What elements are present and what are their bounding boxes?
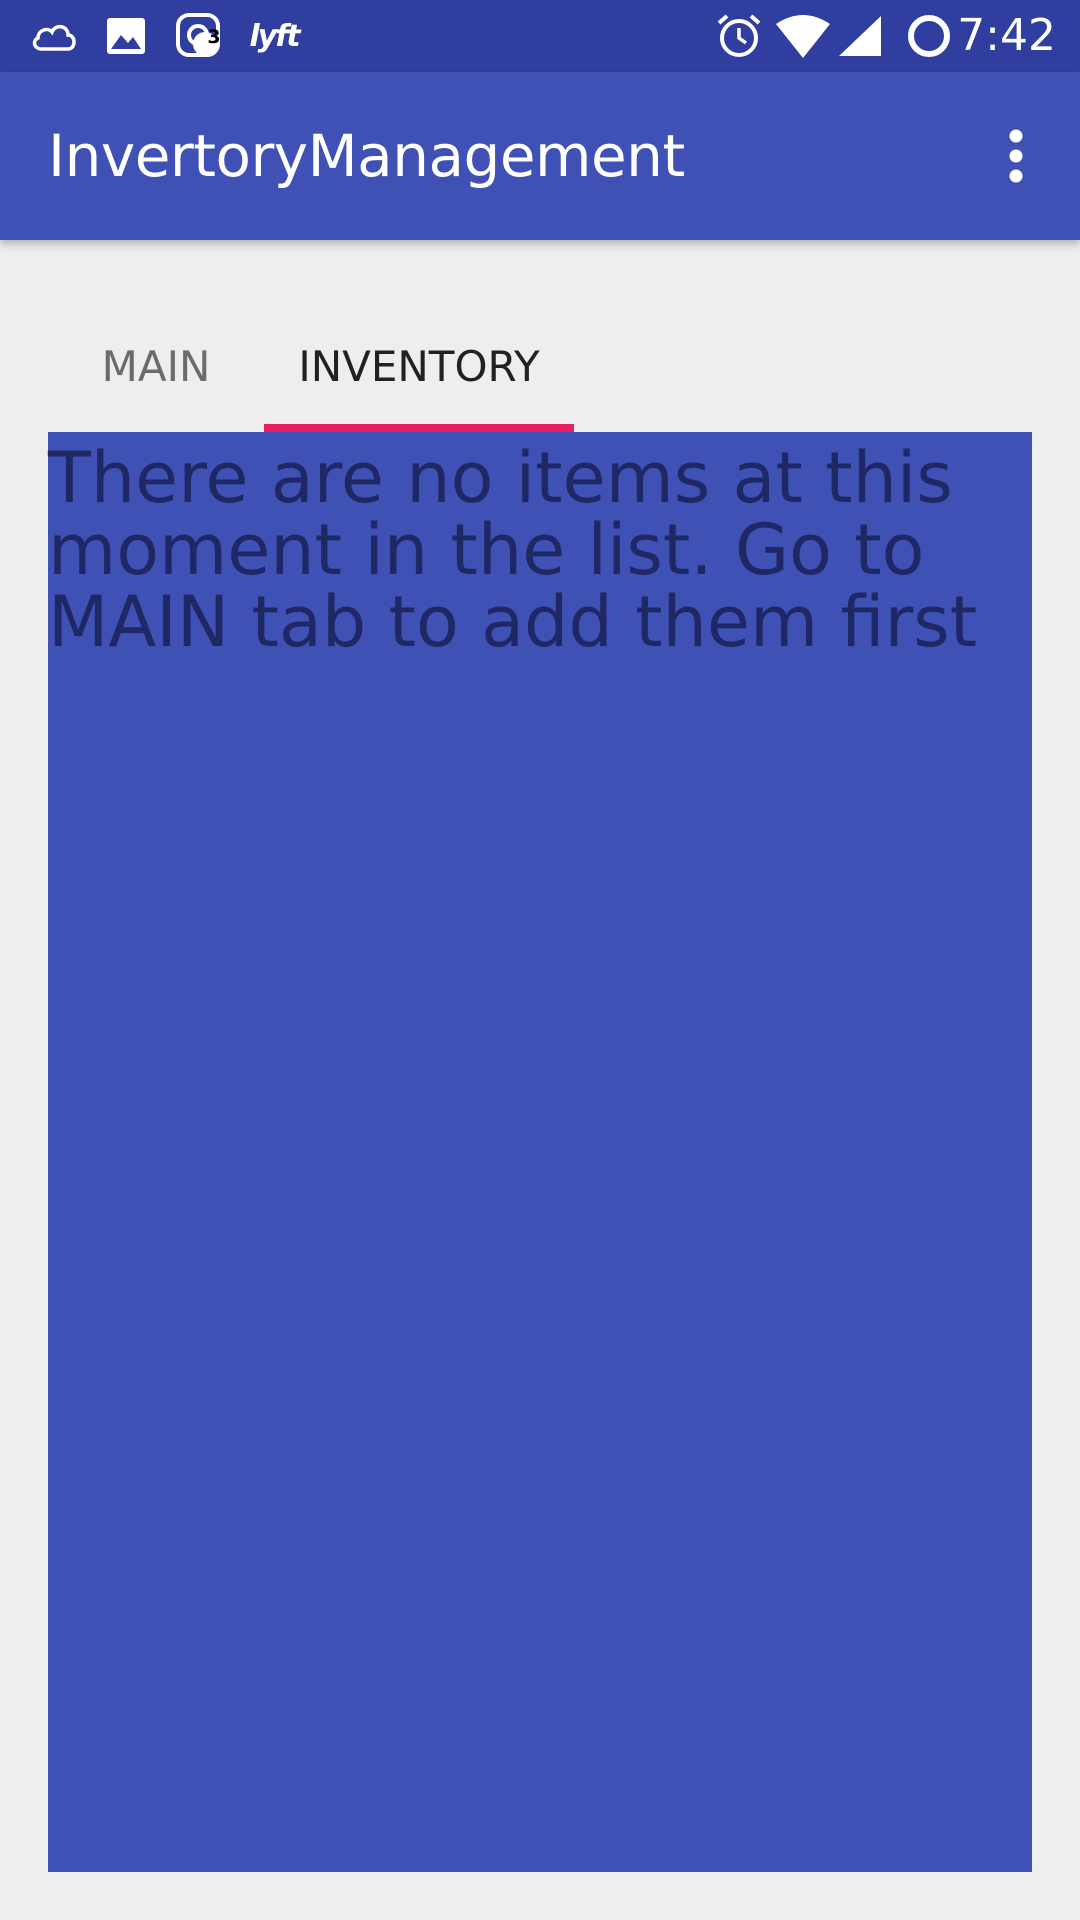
inventory-list-panel: There are no items at this moment in the… [48,432,1032,1872]
tab-main[interactable]: MAIN [48,300,264,432]
status-bar: 3 lyft 7:42 [0,0,1080,72]
more-vert-icon [1009,129,1023,183]
lyft-icon: lyft [249,18,300,54]
alarm-icon [714,10,764,62]
notification-count-badge: 3 [207,26,221,48]
app-bar: InvertoryManagement [0,72,1080,240]
image-icon [104,10,148,62]
overflow-menu-button[interactable] [976,116,1056,196]
tab-inventory-label: INVENTORY [298,341,540,391]
tab-main-label: MAIN [101,341,211,391]
battery-ring-icon [904,10,954,62]
cloud-icon [28,10,80,62]
cell-signal-icon [836,10,884,62]
selected-tab-indicator [264,424,574,432]
instagram-notification-icon: 3 [174,10,224,62]
tab-inventory[interactable]: INVENTORY [264,300,574,432]
status-time: 7:42 [957,10,1056,61]
tab-bar: MAIN INVENTORY [48,300,1032,432]
app-title: InvertoryManagement [48,122,685,190]
empty-list-message: There are no items at this moment in the… [48,437,978,663]
wifi-icon [774,10,832,62]
